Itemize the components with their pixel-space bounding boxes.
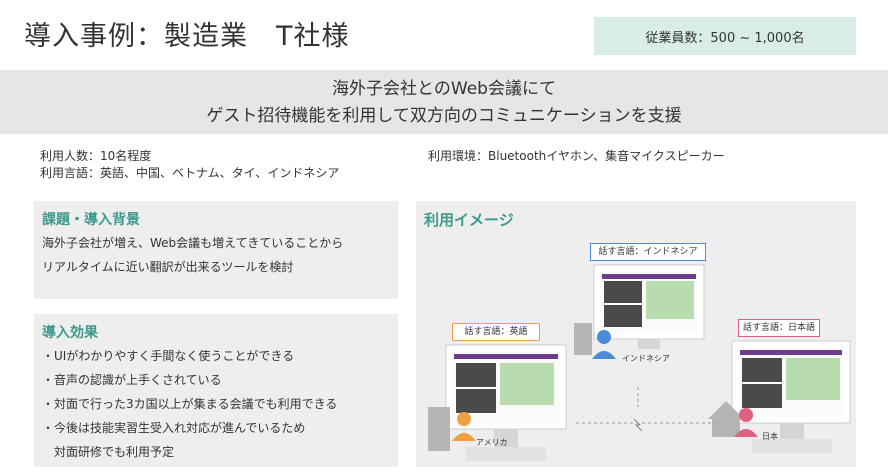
location-japan: 日本 [762, 432, 778, 441]
languages-list: 利用言語：英語、中国、ベトナム、タイ、インドネシア [40, 166, 340, 180]
tag-japanese: 話す言語：日本語 [738, 319, 820, 337]
effect-item: ・対面で行った3カ国以上が集まる会議でも利用できる [42, 397, 338, 411]
banner-line-1: 海外子会社とのWeb会議にて [332, 79, 556, 99]
effects-title: 導入効果 [42, 325, 98, 341]
effect-item: ・音声の認識が上手くされている [42, 373, 222, 387]
tag-english: 話す言語：英語 [452, 323, 540, 341]
effect-item: 対面研修でも利用予定 [42, 445, 175, 459]
employee-count-text: 従業員数：500 ~ 1,000名 [645, 30, 805, 46]
location-indonesia: インドネシア [622, 354, 670, 363]
environment-info: 利用環境：Bluetoothイヤホン、集音マイクスピーカー [428, 149, 725, 163]
summary-banner: 海外子会社とのWeb会議にて ゲスト招待機能を利用して双方向のコミュニケーション… [0, 70, 888, 134]
employee-count-badge: 従業員数：500 ~ 1,000名 [594, 17, 856, 55]
usage-info: 利用人数：10名程度 利用言語：英語、中国、ベトナム、タイ、インドネシア [40, 148, 339, 182]
effects-panel: 導入効果 ・UIがわかりやすく手間なく使うことができる ・音声の認識が上手くされ… [34, 314, 398, 467]
page-title: 導入事例：製造業 T社様 [24, 21, 350, 52]
effect-item: ・UIがわかりやすく手間なく使うことができる [42, 349, 295, 363]
signal-icon [633, 418, 643, 432]
location-america: アメリカ [476, 438, 508, 447]
background-panel: 課題・導入背景 海外子会社が増え、Web会議も増えてきていることから リアルタイ… [34, 201, 398, 299]
users-count: 利用人数：10名程度 [40, 149, 152, 163]
background-line-1: 海外子会社が増え、Web会議も増えてきていることから [42, 236, 344, 250]
banner-line-2: ゲスト招待機能を利用して双方向のコミュニケーションを支援 [206, 106, 682, 126]
background-line-2: リアルタイムに近い翻訳が出来るツールを検討 [42, 260, 294, 274]
background-title: 課題・導入背景 [42, 212, 140, 228]
effect-item: ・今後は技能実習生受入れ対応が進んでいるため [42, 421, 306, 435]
usage-image-panel: 利用イメージ 話す言語：インドネシア 話す言語：英語 話す言語：日本語 アメリカ… [416, 201, 856, 467]
tag-indonesian: 話す言語：インドネシア [590, 243, 706, 261]
